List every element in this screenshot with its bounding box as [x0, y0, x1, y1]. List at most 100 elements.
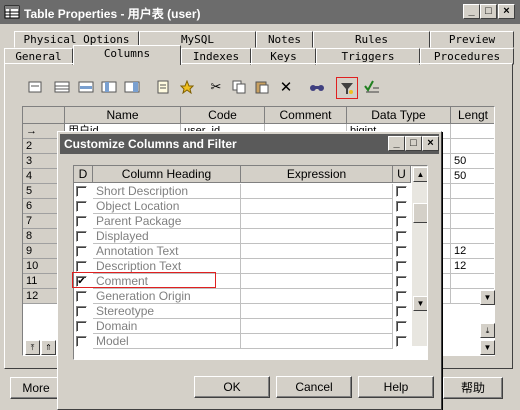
expression-cell[interactable]: [241, 334, 393, 349]
tab-rules[interactable]: Rules: [313, 31, 430, 48]
u-checkbox[interactable]: [396, 336, 407, 347]
display-checkbox[interactable]: [76, 231, 87, 242]
filter-row: Model: [74, 334, 427, 349]
header-code[interactable]: Code: [181, 107, 265, 124]
grid-scroll-down[interactable]: ▼: [480, 290, 495, 305]
copy-icon[interactable]: [229, 77, 249, 97]
paste-icon[interactable]: [252, 77, 272, 97]
grid-scroll-bottom[interactable]: ⤓: [480, 323, 495, 338]
delete-icon[interactable]: ✕: [276, 77, 296, 97]
header-length[interactable]: Lengt: [451, 107, 494, 124]
filter-check-icon[interactable]: [362, 77, 382, 97]
properties-icon[interactable]: [25, 77, 45, 97]
move-top-icon[interactable]: ⤒: [25, 340, 40, 355]
wizard-icon[interactable]: [177, 77, 197, 97]
dialog-maximize-button[interactable]: □: [405, 136, 422, 151]
help-button[interactable]: Help: [358, 376, 434, 398]
header-u[interactable]: U: [393, 166, 411, 183]
display-checkbox[interactable]: [76, 186, 87, 197]
column-heading-label: Model: [93, 334, 241, 349]
expression-cell[interactable]: [241, 199, 393, 214]
cell-length[interactable]: 12: [451, 259, 494, 274]
u-checkbox[interactable]: [396, 306, 407, 317]
tab-notes[interactable]: Notes: [256, 31, 313, 48]
header-name[interactable]: Name: [65, 107, 181, 124]
maximize-button[interactable]: □: [480, 4, 497, 19]
move-up-icon[interactable]: ⇑: [41, 340, 56, 355]
grid-corner: [23, 107, 65, 124]
customize-columns-filter-icon[interactable]: [336, 77, 358, 99]
close-button[interactable]: ×: [498, 4, 515, 19]
display-checkbox[interactable]: [76, 336, 87, 347]
new-item-icon[interactable]: [153, 77, 173, 97]
u-checkbox[interactable]: [396, 201, 407, 212]
u-checkbox[interactable]: [396, 186, 407, 197]
u-checkbox[interactable]: [396, 246, 407, 257]
expression-cell[interactable]: [241, 319, 393, 334]
expression-cell[interactable]: [241, 229, 393, 244]
more-button[interactable]: More: [10, 377, 62, 399]
cell-length[interactable]: [451, 139, 494, 154]
dialog-minimize-button[interactable]: _: [388, 136, 405, 151]
dialog-close-button[interactable]: ×: [422, 136, 439, 151]
tab-columns[interactable]: Columns: [73, 45, 181, 65]
find-icon[interactable]: [307, 77, 327, 97]
cell-length[interactable]: [451, 199, 494, 214]
help-cn-button[interactable]: 帮助: [443, 377, 503, 399]
expression-cell[interactable]: [241, 214, 393, 229]
filter-row: Displayed: [74, 229, 427, 244]
display-checkbox[interactable]: [76, 246, 87, 257]
expression-cell[interactable]: [241, 274, 393, 289]
dialog-scroll-down[interactable]: ▼: [413, 296, 427, 311]
dialog-vscroll[interactable]: ▲ ▼: [412, 166, 427, 346]
expression-cell[interactable]: [241, 289, 393, 304]
cell-length[interactable]: 12: [451, 244, 494, 259]
display-checkbox[interactable]: [76, 201, 87, 212]
cut-icon[interactable]: ✂: [206, 77, 226, 97]
display-checkbox[interactable]: [76, 321, 87, 332]
cancel-button[interactable]: Cancel: [276, 376, 352, 398]
ok-button[interactable]: OK: [194, 376, 270, 398]
expression-cell[interactable]: [241, 244, 393, 259]
cell-length[interactable]: [451, 274, 494, 289]
header-data-type[interactable]: Data Type: [347, 107, 451, 124]
cell-length[interactable]: [451, 124, 494, 139]
tab-preview[interactable]: Preview: [430, 31, 514, 48]
cell-length[interactable]: 50: [451, 154, 494, 169]
column-heading-label: Parent Package: [93, 214, 241, 229]
display-checkbox[interactable]: [76, 216, 87, 227]
header-d[interactable]: D: [74, 166, 93, 183]
header-column-heading[interactable]: Column Heading: [93, 166, 241, 183]
u-checkbox[interactable]: [396, 321, 407, 332]
display-checkbox[interactable]: [76, 261, 87, 272]
u-checkbox[interactable]: [396, 231, 407, 242]
grid-scroll-end[interactable]: ▼: [480, 340, 495, 355]
add-columns-icon[interactable]: [99, 77, 119, 97]
column-filter-grid[interactable]: D Column Heading Expression U Short Desc…: [73, 165, 428, 360]
dialog-scroll-thumb[interactable]: [413, 203, 427, 223]
u-checkbox[interactable]: [396, 276, 407, 287]
dialog-scroll-up[interactable]: ▲: [413, 167, 427, 182]
expression-cell[interactable]: [241, 184, 393, 199]
filter-row: Short Description: [74, 184, 427, 199]
add-row-icon[interactable]: [52, 77, 72, 97]
u-checkbox[interactable]: [396, 261, 407, 272]
filter-row: Domain: [74, 319, 427, 334]
cell-length[interactable]: [451, 229, 494, 244]
display-checkbox[interactable]: [76, 306, 87, 317]
header-comment[interactable]: Comment: [265, 107, 347, 124]
u-checkbox[interactable]: [396, 216, 407, 227]
cell-length[interactable]: 50: [451, 169, 494, 184]
expression-cell[interactable]: [241, 259, 393, 274]
minimize-button[interactable]: _: [463, 4, 480, 19]
cell-length[interactable]: [451, 184, 494, 199]
cell-length[interactable]: [451, 214, 494, 229]
window-title-bar: Table Properties - 用户表 (user) _ □ ×: [0, 0, 520, 24]
u-checkbox[interactable]: [396, 291, 407, 302]
expression-cell[interactable]: [241, 304, 393, 319]
add-domain-icon[interactable]: [122, 77, 142, 97]
display-checkbox[interactable]: [76, 291, 87, 302]
insert-row-icon[interactable]: [76, 77, 96, 97]
dialog-title-bar: Customize Columns and Filter _ □ ×: [60, 134, 439, 154]
header-expression[interactable]: Expression: [241, 166, 393, 183]
